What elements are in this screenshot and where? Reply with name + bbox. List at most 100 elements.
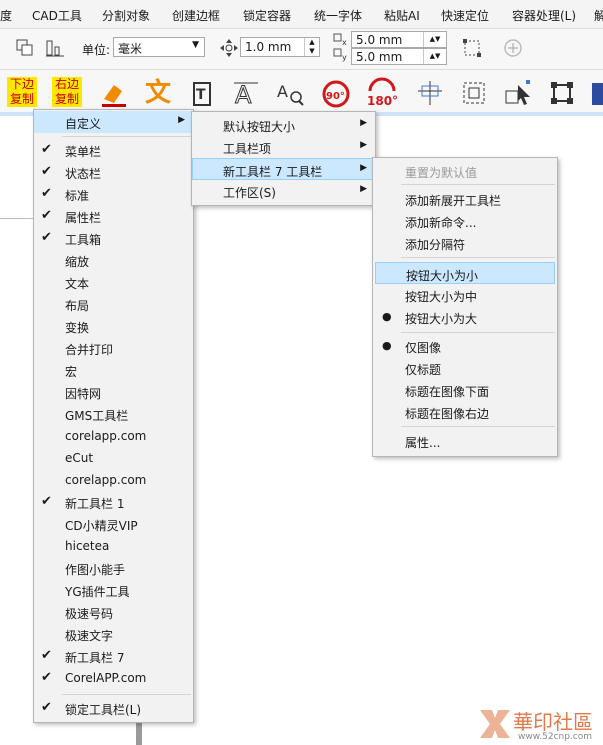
toolbar-list-item[interactable]: 作图小能手	[34, 557, 193, 579]
menu-item-default-button-size-label: 默认按钮大小	[223, 120, 296, 134]
menu-item-create-border[interactable]: 创建边框	[172, 7, 220, 24]
toolbar-list-item[interactable]: 文本	[34, 271, 193, 293]
menu-item-container-process[interactable]: 容器处理(L)	[512, 7, 576, 24]
nudge-stepper[interactable]: ▲ ▼	[304, 38, 319, 56]
toolbar-list-item-label: 极速文字	[65, 629, 114, 643]
toolbar-list-item-label: 合并打印	[65, 343, 114, 357]
toolbar-list-item[interactable]: 极速号码	[34, 601, 193, 623]
toolbar-list-item[interactable]: GMS工具栏	[34, 403, 193, 425]
menu-separator	[401, 257, 555, 258]
toolbar-list-item[interactable]: hicetea	[34, 535, 193, 557]
menu-item-paste-ai[interactable]: 粘贴AI	[384, 7, 420, 24]
toolbar-list-item[interactable]: 布局	[34, 293, 193, 315]
custom-toolbar: 下边 复制 右边 复制 文 T A A 90° 180°	[0, 70, 603, 113]
menu-item-default-button-size[interactable]: 默认按钮大小 ▶	[192, 114, 375, 136]
toolbar-list-item[interactable]: ✔ 状态栏	[34, 161, 193, 183]
toolbar-list-item-label: corelapp.com	[65, 429, 147, 443]
menu-item-image-only-label: 仅图像	[405, 341, 442, 355]
menu-item-lock-container[interactable]: 锁定容器	[243, 7, 291, 24]
cursor-select-icon[interactable]	[502, 77, 534, 109]
copy-right-button[interactable]: 右边 复制	[52, 77, 82, 107]
duplicate-y-input[interactable]: 5.0 mm ▲▼	[351, 48, 447, 65]
toolbar-list-item[interactable]: 合并打印	[34, 337, 193, 359]
rotate-180-icon[interactable]: 180°	[364, 77, 400, 109]
toolbar-list-item[interactable]: ✔ 新工具栏 1	[34, 491, 193, 513]
select-frame-icon[interactable]	[458, 77, 490, 109]
node-frame-icon[interactable]	[546, 77, 578, 109]
find-text-icon[interactable]: A	[274, 77, 306, 109]
menu-item-properties-label: 属性...	[405, 436, 441, 450]
check-icon: ✔	[41, 142, 52, 157]
duplicate-x-stepper[interactable]: ▲▼	[423, 32, 446, 47]
menu-item-toolbar-items[interactable]: 工具栏项 ▶	[192, 136, 375, 158]
toolbar-list-item-label: 新工具栏 1	[65, 497, 125, 511]
menu-item-add-separator[interactable]: 添加分隔符	[373, 232, 557, 254]
menu-item-customize[interactable]: 自定义 ▶	[34, 111, 193, 133]
text-icon[interactable]: 文	[142, 77, 174, 109]
bounding-box-icon[interactable]	[461, 37, 483, 59]
menu-item-quick-locate[interactable]: 快速定位	[441, 7, 489, 24]
menu-item-new-toolbar-7[interactable]: 新工具栏 7 工具栏 ▶	[192, 158, 375, 180]
toolbar-list-item[interactable]: 宏	[34, 359, 193, 381]
menu-item-unify-font[interactable]: 统一字体	[314, 7, 362, 24]
menu-item-cad-tools[interactable]: CAD工具	[32, 7, 82, 24]
paste-text-icon[interactable]: T	[186, 77, 218, 109]
outline-text-icon[interactable]: A	[230, 77, 262, 110]
menu-item-partial-right[interactable]: 解	[594, 7, 603, 24]
copy-down-button[interactable]: 下边 复制	[7, 77, 37, 107]
toolbar-list-item[interactable]: 极速文字	[34, 623, 193, 645]
duplicate-y-stepper[interactable]: ▲▼	[423, 49, 446, 64]
toolbar-list-item[interactable]: corelapp.com	[34, 469, 193, 491]
svg-text:T: T	[196, 87, 206, 103]
menu-item-workspace[interactable]: 工作区(S) ▶	[192, 180, 375, 202]
toolbar-list-item[interactable]: ✔ 工具箱	[34, 227, 193, 249]
nudge-icon	[218, 37, 240, 59]
align-center-icon[interactable]	[414, 77, 446, 109]
partial-icon[interactable]	[590, 77, 603, 109]
toolbar-list-item[interactable]: YG插件工具	[34, 579, 193, 601]
menu-item-button-size-large[interactable]: ● 按钮大小为大	[373, 306, 557, 328]
fill-eraser-icon[interactable]	[98, 77, 130, 109]
overlap-icon[interactable]	[14, 37, 36, 59]
menu-item-split-object[interactable]: 分割对象	[102, 7, 150, 24]
menu-separator	[401, 426, 555, 427]
add-icon[interactable]	[502, 37, 524, 59]
check-icon: ✔	[41, 230, 52, 245]
toolbar-list-item[interactable]: CD小精灵VIP	[34, 513, 193, 535]
toolbar-list-item-label: CD小精灵VIP	[65, 519, 138, 533]
toolbar-list-item[interactable]: corelapp.com	[34, 425, 193, 447]
toolbar-list-item[interactable]: ✔ 菜单栏	[34, 139, 193, 161]
unit-select[interactable]: 毫米 ▼	[113, 37, 205, 57]
menu-item-reset-default[interactable]: 重置为默认值	[373, 160, 557, 182]
radio-bullet-icon: ●	[382, 339, 392, 352]
page-edge-line	[0, 218, 36, 219]
toolbar-list-item-label: CorelAPP.com	[65, 671, 147, 685]
menu-item-add-command[interactable]: 添加新命令...	[373, 210, 557, 232]
menu-item-title-below-image[interactable]: 标题在图像下面	[373, 379, 557, 401]
menu-item-button-size-medium[interactable]: 按钮大小为中	[373, 284, 557, 306]
toolbar-list-item[interactable]: eCut	[34, 447, 193, 469]
menu-item-properties[interactable]: 属性...	[373, 430, 557, 452]
submenu-arrow-icon: ▶	[360, 184, 367, 194]
menu-item-lock-toolbars[interactable]: ✔ 锁定工具栏(L)	[34, 697, 193, 719]
menu-item-image-only[interactable]: ● 仅图像	[373, 335, 557, 357]
menu-item-add-flyout[interactable]: 添加新展开工具栏	[373, 188, 557, 210]
nudge-distance-input[interactable]: 1.0 mm ▲ ▼	[240, 37, 320, 57]
toolbar-list-item-label: 变换	[65, 321, 90, 335]
rotate-90-icon[interactable]: 90°	[320, 77, 352, 109]
menu-item-partial[interactable]: 度	[0, 7, 12, 24]
toolbar-list-item[interactable]: ✔ 标准	[34, 183, 193, 205]
toolbar-list-item-label: 标准	[65, 189, 90, 203]
toolbar-list-item[interactable]: ✔ 新工具栏 7	[34, 645, 193, 667]
menu-item-title-only[interactable]: 仅标题	[373, 357, 557, 379]
toolbar-list-item[interactable]: ✔ CorelAPP.com	[34, 667, 193, 689]
toolbar-list-item[interactable]: ✔ 属性栏	[34, 205, 193, 227]
toolbar-list-item[interactable]: 缩放	[34, 249, 193, 271]
watermark-logo-icon	[480, 710, 510, 738]
menu-item-button-size-small[interactable]: 按钮大小为小	[375, 262, 555, 284]
duplicate-x-input[interactable]: 5.0 mm ▲▼	[351, 31, 447, 48]
toolbar-list-item[interactable]: 变换	[34, 315, 193, 337]
toolbar-list-item[interactable]: 因特网	[34, 381, 193, 403]
align-bars-icon[interactable]	[44, 37, 66, 59]
menu-item-title-right-of-image[interactable]: 标题在图像右边	[373, 401, 557, 423]
